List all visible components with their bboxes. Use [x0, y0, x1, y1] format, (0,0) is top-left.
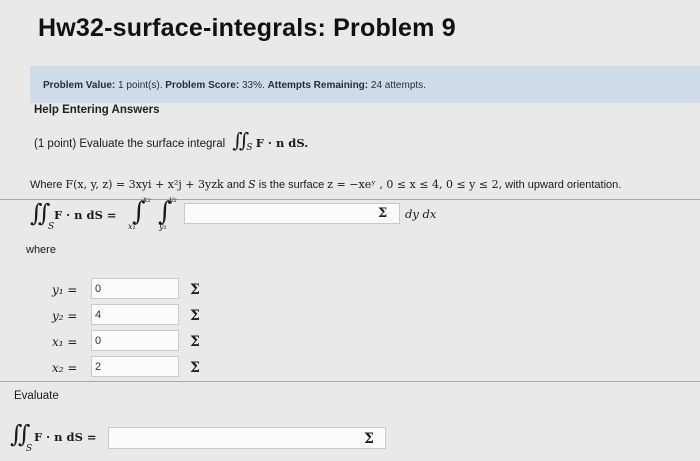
- bound-input-y2[interactable]: 4: [91, 304, 179, 325]
- surface-subscript: S: [26, 444, 33, 454]
- final-answer-input[interactable]: [108, 427, 386, 449]
- integrand-answer-input[interactable]: [184, 203, 400, 224]
- problem-score-text: 33%.: [241, 80, 265, 91]
- sigma-icon[interactable]: Σ: [190, 334, 200, 350]
- attempts-remaining-label: Attempts Remaining:: [267, 80, 369, 91]
- outer-upper-limit: x₂: [143, 195, 151, 204]
- sigma-icon[interactable]: Σ: [378, 206, 387, 221]
- prompt-text: Evaluate the surface integral: [79, 138, 226, 150]
- surface-subscript: S: [246, 143, 253, 154]
- sigma-icon[interactable]: Σ: [364, 431, 374, 447]
- problem-status-bar: Problem Value: 1 point(s). Problem Score…: [30, 66, 700, 103]
- orientation-text: with upward orientation.: [505, 179, 622, 191]
- bound-input-x2[interactable]: 2: [91, 356, 179, 377]
- sigma-icon[interactable]: Σ: [190, 282, 200, 298]
- bound-value-y1: 0: [95, 283, 102, 295]
- is-surface-text: is the surface: [258, 179, 325, 191]
- problem-score-label: Problem Score:: [165, 80, 240, 91]
- sigma-icon[interactable]: Σ: [190, 360, 200, 376]
- bound-label-x2: x₂ =: [52, 361, 78, 375]
- page-title: Hw32-surface-integrals: Problem 9: [38, 14, 456, 42]
- problem-value-label: Problem Value:: [43, 80, 116, 91]
- bound-label-y2: y₂ =: [52, 309, 78, 323]
- where-prefix: Where: [30, 179, 63, 191]
- bound-label-x1: x₁ =: [52, 335, 78, 349]
- inner-upper-limit: y₂: [169, 195, 177, 204]
- and-text: and: [226, 179, 246, 191]
- points-text: (1 point): [34, 138, 77, 150]
- bound-input-y1[interactable]: 0: [91, 278, 179, 299]
- divider-line: [0, 381, 700, 382]
- problem-value-text: 1 point(s).: [118, 80, 163, 91]
- surface-subscript: S: [48, 222, 55, 232]
- evaluate-lhs: F · n dS =: [34, 430, 97, 444]
- setup-lhs: F · n dS =: [54, 208, 117, 222]
- outer-lower-limit: x₁: [128, 222, 136, 231]
- bound-value-x2: 2: [95, 361, 102, 373]
- sigma-icon[interactable]: Σ: [190, 308, 200, 324]
- vector-field: F(x, y, z) = 3xyi + x²j + 3yzk: [65, 178, 224, 191]
- problem-intro: (1 point) Evaluate the surface integral …: [34, 128, 308, 153]
- bound-label-y1: y₁ =: [52, 283, 78, 297]
- surface-symbol: S: [248, 178, 256, 191]
- where-label: where: [26, 244, 56, 256]
- bound-value-x1: 0: [95, 335, 102, 347]
- evaluate-label: Evaluate: [14, 390, 59, 402]
- differentials-text: dy dx: [405, 207, 437, 221]
- help-entering-answers-link[interactable]: Help Entering Answers: [34, 104, 159, 116]
- bound-value-y2: 4: [95, 309, 102, 321]
- inner-lower-limit: y₁: [159, 222, 167, 231]
- field-definition: Where F(x, y, z) = 3xyi + x²j + 3yzk and…: [30, 178, 621, 191]
- bound-input-x1[interactable]: 0: [91, 330, 179, 351]
- attempts-remaining-text: 24 attempts.: [370, 80, 426, 91]
- surface-equation: z = −xeʸ , 0 ≤ x ≤ 4, 0 ≤ y ≤ 2,: [327, 178, 503, 191]
- integrand-text: F · n dS.: [255, 136, 309, 150]
